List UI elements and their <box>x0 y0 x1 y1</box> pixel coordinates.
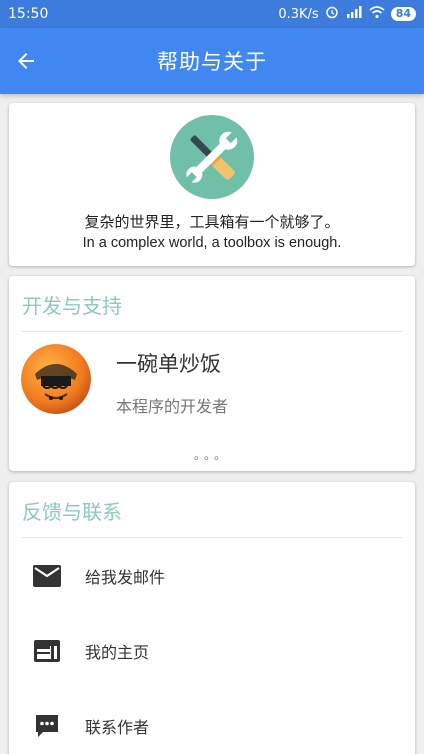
chat-icon <box>33 712 61 740</box>
about-card: 复杂的世界里，工具箱有一个就够了。 In a complex world, a … <box>9 103 415 266</box>
contact-label-email: 给我发邮件 <box>85 568 166 587</box>
status-indicators: 0.3K/s 84 <box>278 5 416 23</box>
about-slogan-en: In a complex world, a toolbox is enough. <box>82 235 342 251</box>
developer-name: 一碗单炒饭 <box>116 352 221 376</box>
tools-icon <box>170 115 254 199</box>
section-title-developer: 开发与支持 <box>22 294 122 318</box>
feedback-card: 反馈与联系 给我发邮件 我的主页 联系作者 <box>9 482 415 754</box>
avatar[interactable] <box>21 344 91 414</box>
contact-label-homepage: 我的主页 <box>85 643 150 662</box>
mail-icon <box>33 562 61 590</box>
battery-indicator: 84 <box>390 7 416 21</box>
contact-label-author: 联系作者 <box>85 718 150 737</box>
divider <box>22 537 402 538</box>
page-title: 帮助与关于 <box>157 50 267 74</box>
developer-card: 开发与支持 一碗单炒饭 本程序的开发者 。。。 <box>9 276 415 471</box>
more-button[interactable]: 。。。 <box>9 446 415 463</box>
contact-item-email[interactable]: 给我发邮件 <box>9 546 415 606</box>
net-speed: 0.3K/s <box>278 6 319 22</box>
app-bar: 帮助与关于 <box>0 28 424 94</box>
web-icon <box>33 637 61 665</box>
cell-signal-icon <box>345 5 363 23</box>
alarm-icon <box>325 5 339 23</box>
status-time: 15:50 <box>8 6 49 22</box>
status-bar: 15:50 0.3K/s 84 <box>0 0 424 28</box>
contact-item-contact-author[interactable]: 联系作者 <box>9 696 415 754</box>
developer-role: 本程序的开发者 <box>116 397 229 416</box>
contact-item-homepage[interactable]: 我的主页 <box>9 621 415 681</box>
about-slogan-zh: 复杂的世界里，工具箱有一个就够了。 <box>84 213 340 231</box>
wifi-icon <box>369 5 385 23</box>
section-title-feedback: 反馈与联系 <box>22 500 122 524</box>
divider <box>22 331 402 332</box>
